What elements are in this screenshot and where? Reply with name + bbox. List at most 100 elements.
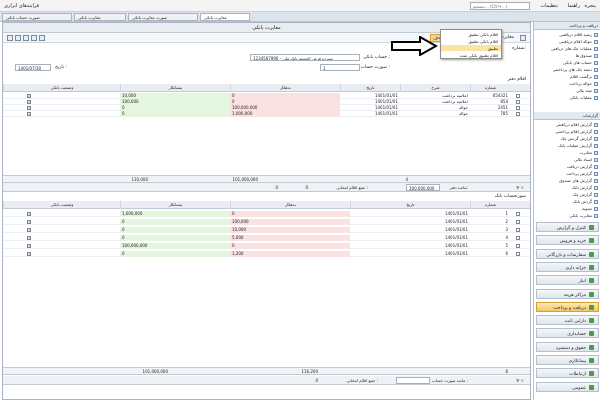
menu-window[interactable]: پنجره [584, 3, 596, 9]
save-icon[interactable] [15, 35, 21, 41]
sidebar-item[interactable]: گزارش پرداخت [536, 171, 598, 177]
account-field[interactable]: 1234567890 - سپرده قرض الحسنه بانک ملی [250, 54, 360, 61]
table-row[interactable]: 3 1401/01/01 10,000 0 ✓ [3, 227, 530, 233]
sidebar-item[interactable]: گزارش اقلام دریافتنی [536, 122, 598, 128]
table-row[interactable]: 2 1401/01/01 100,000 0 ✓ [3, 219, 530, 225]
bank-status-checkbox[interactable]: ✓ [27, 112, 31, 116]
search-input[interactable]: جستجو... (Ctrl+...) [470, 2, 530, 10]
sidebar-item[interactable]: عملیات چک های دریافتی [536, 46, 598, 52]
bank-status-checkbox[interactable]: ✓ [27, 244, 31, 248]
col-number[interactable]: شماره [470, 201, 510, 209]
table-row[interactable]: 5 1401/01/01 0 100,000,000 ✓ [3, 243, 530, 249]
table-row[interactable]: 1 1401/01/01 0 1,000,000 ✓ [3, 211, 530, 217]
tab-item[interactable]: صورت مغایرت بانکی [128, 13, 198, 21]
sidebar-item[interactable]: حساب های بانکی [536, 60, 598, 66]
col-description[interactable]: شرح [400, 84, 470, 92]
col-credit[interactable]: بستانکار [120, 84, 230, 92]
row-checkbox[interactable] [516, 228, 520, 232]
col-debit[interactable]: بدهکار [230, 84, 340, 92]
sidebar-item[interactable]: صندوق ها [536, 53, 598, 59]
sidebar-item[interactable]: گزارش چک [536, 192, 598, 198]
tab-item-active[interactable]: مغایرت بانکی [200, 13, 250, 21]
module-button[interactable]: خزانه داری [536, 261, 599, 272]
menu-help[interactable]: راهنما [568, 3, 580, 9]
sidebar-item[interactable]: سند مالی [536, 88, 598, 94]
sidebar-item[interactable]: تسویه [536, 206, 598, 212]
col-credit[interactable]: بستانکار [120, 201, 230, 209]
statement-field[interactable]: 1 [320, 64, 360, 71]
module-button[interactable]: دریافت و پرداخت [536, 301, 599, 312]
sidebar-item[interactable]: حواله اقلام دریافتنی [536, 39, 598, 45]
col-debit[interactable]: بدهکار [230, 201, 350, 209]
bank-status-checkbox[interactable]: ✓ [27, 228, 31, 232]
row-checkbox[interactable] [516, 100, 520, 104]
module-button[interactable]: ارتباطات [536, 368, 599, 379]
col-date[interactable]: تاریخ [340, 84, 400, 92]
table-row[interactable]: 4 1401/01/01 5,000 0 ✓ [3, 235, 530, 241]
sidebar-item[interactable]: رسید اقلام دریافتنی [536, 32, 598, 38]
sidebar-section-header[interactable]: گزارشات [534, 112, 600, 120]
bank-status-checkbox[interactable]: ✓ [27, 106, 31, 110]
sidebar-item[interactable]: مغایرت [536, 150, 598, 156]
module-button[interactable]: عمومی [536, 381, 599, 392]
module-button[interactable]: سفارشات و بازرگانی [536, 248, 599, 259]
menu-settings[interactable]: تنظیمات [540, 3, 558, 9]
filter-icon[interactable]: ▼ ✕ [514, 378, 526, 384]
tab-item[interactable]: مغایرت بانکی [74, 13, 126, 21]
bank-status-checkbox[interactable]: ✓ [27, 94, 31, 98]
menu-item[interactable]: اقلام بانکی تطبیق [441, 38, 501, 44]
sidebar-item[interactable]: اسناد مالی [536, 157, 598, 163]
bank-status-checkbox[interactable]: ✓ [27, 100, 31, 104]
table-row[interactable]: 6 1401/01/01 1,200 0 ✓ [3, 251, 530, 257]
row-checkbox[interactable] [516, 220, 520, 224]
module-button[interactable]: کنترل و گزارش [536, 222, 599, 232]
module-button[interactable]: حسابداری [536, 328, 599, 339]
sidebar-item[interactable]: مغایرت بانکی [536, 213, 598, 219]
col-number[interactable]: شماره [470, 84, 510, 92]
row-checkbox[interactable] [516, 106, 520, 110]
row-checkbox[interactable] [516, 252, 520, 256]
sidebar-item[interactable]: برگشت اقلام [536, 74, 598, 80]
sidebar-item[interactable]: گزارش اقلام پرداختنی [536, 129, 598, 135]
module-button[interactable]: حقوق و دستمزد [536, 341, 599, 352]
sidebar-item[interactable]: گزارش دریافت [536, 164, 598, 170]
bank-status-checkbox[interactable]: ✓ [27, 212, 31, 216]
module-button[interactable]: دارایی ثابت [536, 315, 599, 326]
tab-item[interactable]: صورت حساب بانکی [2, 13, 72, 21]
bank-status-checkbox[interactable]: ✓ [27, 220, 31, 224]
row-checkbox[interactable] [516, 236, 520, 240]
menu-tools[interactable]: فرایندهای ابزاری [4, 3, 39, 9]
col-bank-status[interactable]: وضعیت بانکی [3, 201, 120, 209]
sidebar-item[interactable]: گزارش بانک [536, 185, 598, 191]
sidebar-item[interactable]: دسته چک های پرداختنی [536, 67, 598, 73]
sidebar-item[interactable]: گزارش گردش چک [536, 136, 598, 142]
module-button[interactable]: مراکز هزینه [536, 288, 599, 299]
sidebar-item[interactable]: عملیات بانکی [536, 95, 598, 101]
filter-icon[interactable]: ▼ ✕ [514, 185, 526, 191]
menu-item-highlighted[interactable]: تطبیق [441, 45, 501, 51]
help-icon[interactable] [520, 35, 526, 41]
sidebar-item[interactable]: گزارش های صندوق [536, 178, 598, 184]
filter-icon[interactable] [31, 35, 37, 41]
sidebar-item[interactable]: گزارش عملیات بانک [536, 143, 598, 149]
row-checkbox[interactable] [516, 112, 520, 116]
module-button[interactable]: پیمانکاری [536, 355, 599, 365]
table-row[interactable]: 785 حواله 1401/01/01 1,000,000 0 ✓ [3, 111, 530, 117]
row-checkbox[interactable] [516, 94, 520, 98]
date-field[interactable]: 1401/07/30 [15, 64, 51, 71]
row-checkbox[interactable] [516, 212, 520, 216]
bank-status-checkbox[interactable]: ✓ [27, 252, 31, 256]
refresh-icon[interactable] [23, 35, 29, 41]
module-button[interactable]: انبار [536, 275, 599, 286]
sidebar-item[interactable]: حواله پرداخت [536, 81, 598, 87]
bank-status-checkbox[interactable]: ✓ [27, 236, 31, 240]
row-checkbox[interactable] [516, 244, 520, 248]
col-bank-status[interactable]: وضعیت بانکی [3, 84, 120, 92]
settings-icon[interactable] [39, 35, 45, 41]
menu-item[interactable]: اقلام بانکی تطبیق [441, 31, 501, 37]
menu-item[interactable]: اقلام تطبیق بانکی شده [441, 52, 501, 58]
sidebar-section-header[interactable]: دریافت و پرداخت [534, 22, 600, 30]
sidebar-item[interactable]: گردش بانک [536, 199, 598, 205]
module-button[interactable]: خرید و فروش [536, 235, 599, 246]
print-icon[interactable] [7, 35, 13, 41]
